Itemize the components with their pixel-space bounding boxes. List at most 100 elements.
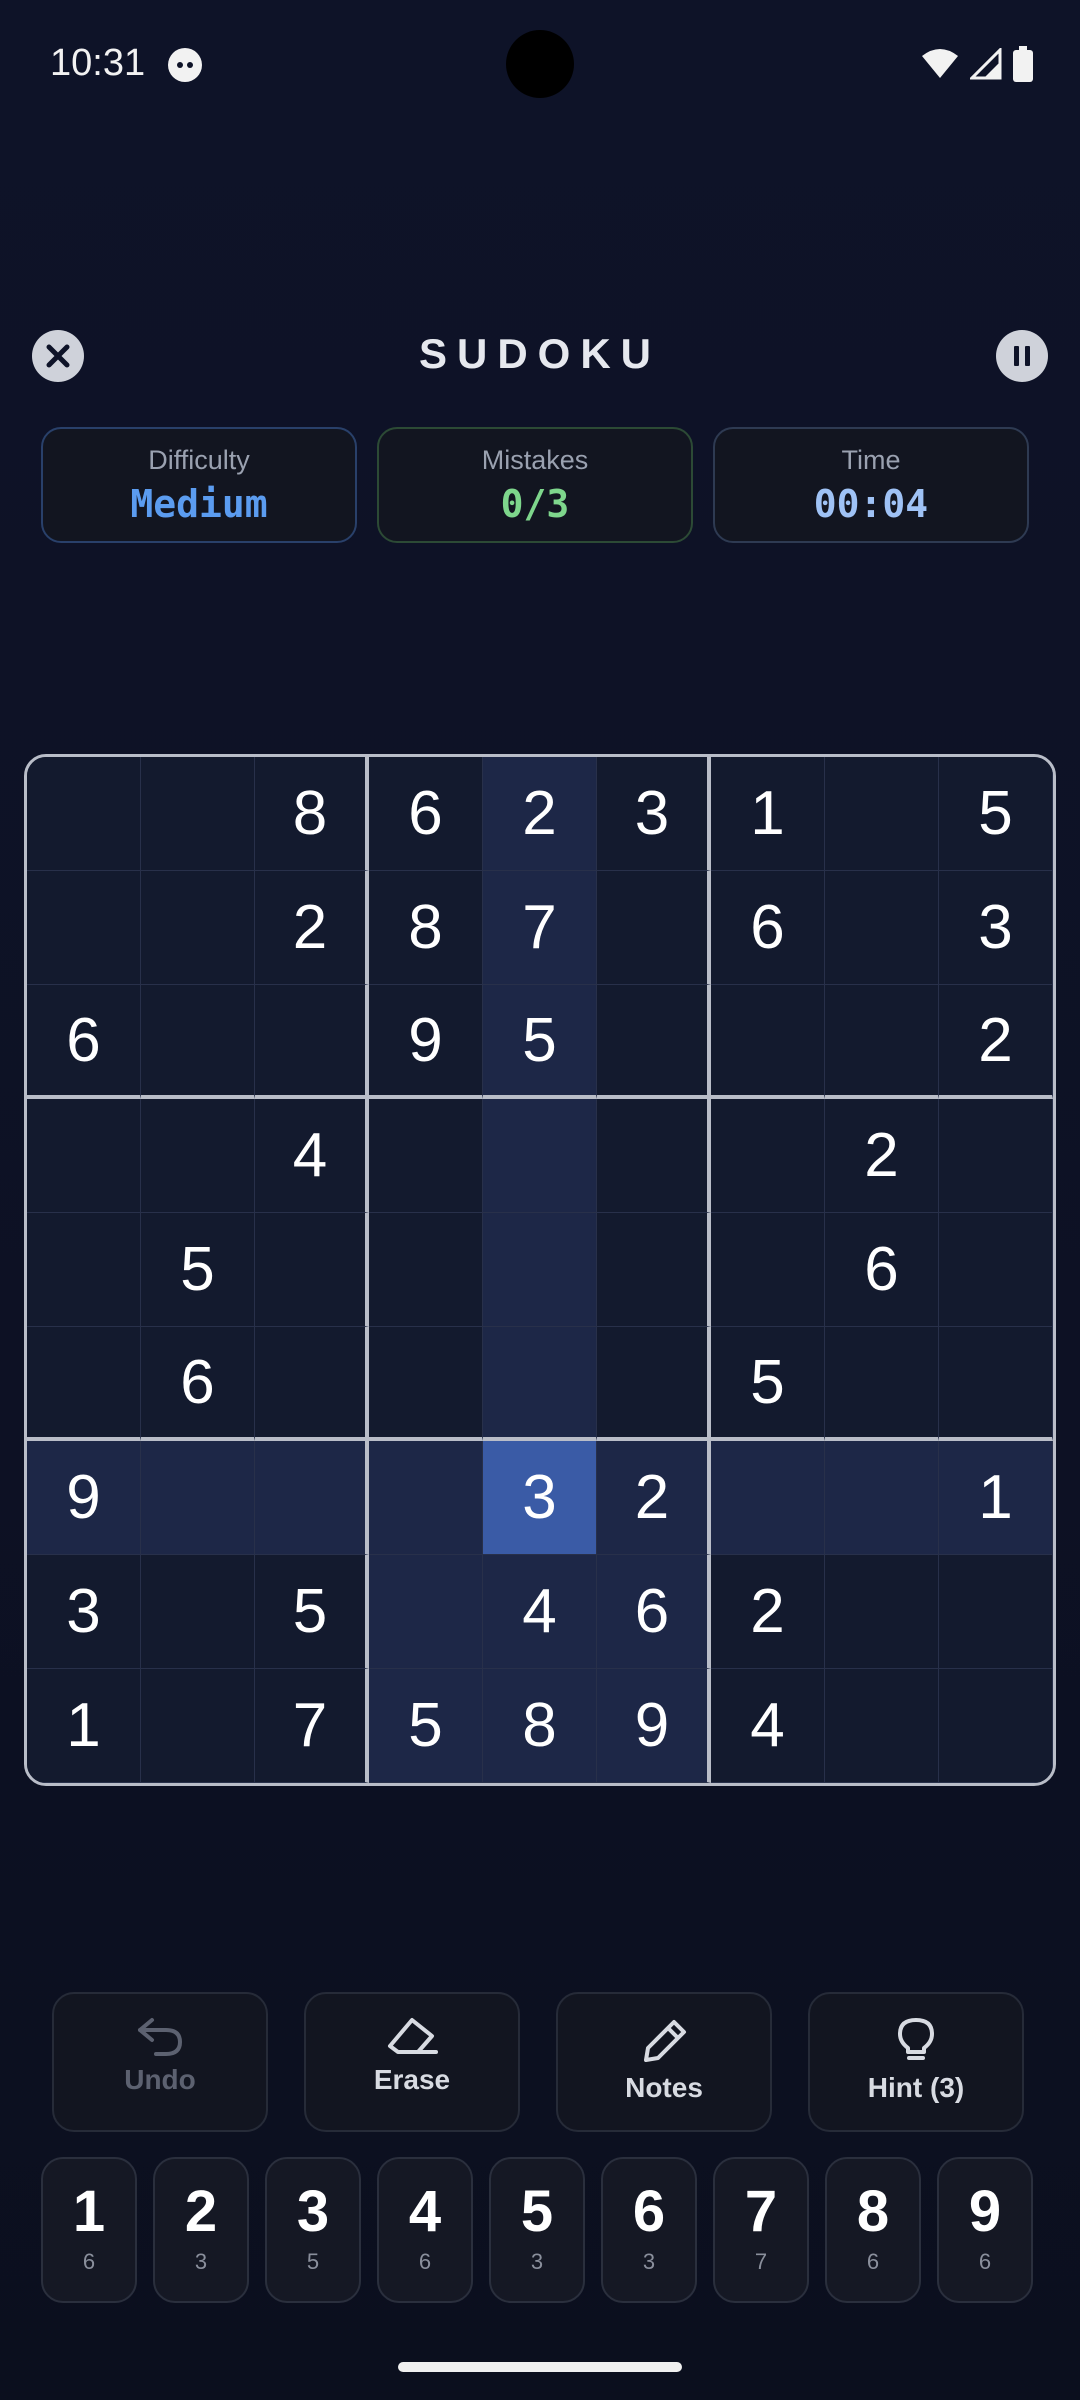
- number-remaining-count: 3: [194, 2249, 208, 2274]
- sudoku-cell[interactable]: [369, 1441, 483, 1555]
- sudoku-cell[interactable]: [27, 1099, 141, 1213]
- sudoku-cell[interactable]: 3: [597, 757, 711, 871]
- sudoku-cell[interactable]: 1: [711, 757, 825, 871]
- sudoku-cell[interactable]: [939, 1099, 1053, 1213]
- sudoku-cell[interactable]: 7: [255, 1669, 369, 1783]
- sudoku-cell[interactable]: [825, 757, 939, 871]
- sudoku-cell[interactable]: 2: [483, 757, 597, 871]
- sudoku-cell[interactable]: [711, 985, 825, 1099]
- sudoku-cell[interactable]: [369, 1213, 483, 1327]
- sudoku-cell[interactable]: 4: [711, 1669, 825, 1783]
- sudoku-cell[interactable]: 6: [369, 757, 483, 871]
- sudoku-cell[interactable]: [483, 1213, 597, 1327]
- sudoku-cell[interactable]: [483, 1099, 597, 1213]
- sudoku-cell[interactable]: [141, 1099, 255, 1213]
- sudoku-cell[interactable]: 8: [255, 757, 369, 871]
- sudoku-cell[interactable]: [27, 1213, 141, 1327]
- sudoku-cell[interactable]: [141, 1441, 255, 1555]
- sudoku-cell[interactable]: [939, 1555, 1053, 1669]
- sudoku-cell[interactable]: [369, 1327, 483, 1441]
- sudoku-cell[interactable]: [711, 1213, 825, 1327]
- sudoku-cell[interactable]: [939, 1669, 1053, 1783]
- sudoku-cell[interactable]: [27, 757, 141, 871]
- sudoku-cell[interactable]: [939, 1327, 1053, 1441]
- sudoku-cell[interactable]: 3: [939, 871, 1053, 985]
- sudoku-cell[interactable]: 9: [27, 1441, 141, 1555]
- sudoku-cell[interactable]: 2: [825, 1099, 939, 1213]
- number-button-6[interactable]: 63: [601, 2157, 697, 2303]
- number-button-7[interactable]: 77: [713, 2157, 809, 2303]
- sudoku-cell[interactable]: 2: [711, 1555, 825, 1669]
- sudoku-cell[interactable]: [141, 1555, 255, 1669]
- sudoku-cell[interactable]: 8: [483, 1669, 597, 1783]
- sudoku-cell[interactable]: [255, 1441, 369, 1555]
- sudoku-cell[interactable]: 9: [597, 1669, 711, 1783]
- number-button-2[interactable]: 23: [153, 2157, 249, 2303]
- sudoku-cell[interactable]: [711, 1099, 825, 1213]
- sudoku-cell[interactable]: 2: [255, 871, 369, 985]
- sudoku-cell[interactable]: [825, 1669, 939, 1783]
- sudoku-cell[interactable]: [825, 1555, 939, 1669]
- sudoku-cell[interactable]: [597, 1213, 711, 1327]
- number-button-4[interactable]: 46: [377, 2157, 473, 2303]
- sudoku-cell[interactable]: 4: [255, 1099, 369, 1213]
- sudoku-cell[interactable]: [141, 1669, 255, 1783]
- home-indicator[interactable]: [398, 2362, 682, 2372]
- number-button-8[interactable]: 86: [825, 2157, 921, 2303]
- sudoku-cell[interactable]: [711, 1441, 825, 1555]
- number-button-3[interactable]: 35: [265, 2157, 361, 2303]
- sudoku-cell[interactable]: 6: [825, 1213, 939, 1327]
- sudoku-cell[interactable]: 1: [27, 1669, 141, 1783]
- sudoku-cell[interactable]: [597, 871, 711, 985]
- sudoku-cell[interactable]: [369, 1555, 483, 1669]
- number-remaining-count: 5: [306, 2249, 320, 2274]
- number-button-9[interactable]: 96: [937, 2157, 1033, 2303]
- sudoku-cell[interactable]: [255, 985, 369, 1099]
- sudoku-cell[interactable]: 3: [27, 1555, 141, 1669]
- sudoku-cell[interactable]: [27, 871, 141, 985]
- sudoku-cell[interactable]: [483, 1327, 597, 1441]
- erase-button[interactable]: Erase: [304, 1992, 520, 2132]
- sudoku-cell[interactable]: [825, 871, 939, 985]
- hint-button[interactable]: Hint (3): [808, 1992, 1024, 2132]
- sudoku-cell[interactable]: 5: [483, 985, 597, 1099]
- sudoku-cell[interactable]: [825, 1441, 939, 1555]
- sudoku-cell[interactable]: 1: [939, 1441, 1053, 1555]
- sudoku-cell[interactable]: 5: [939, 757, 1053, 871]
- sudoku-cell[interactable]: [597, 1327, 711, 1441]
- sudoku-cell[interactable]: 7: [483, 871, 597, 985]
- number-remaining-count: 3: [530, 2249, 544, 2274]
- sudoku-cell[interactable]: 2: [597, 1441, 711, 1555]
- sudoku-cell[interactable]: 6: [597, 1555, 711, 1669]
- number-button-1[interactable]: 16: [41, 2157, 137, 2303]
- number-button-5[interactable]: 53: [489, 2157, 585, 2303]
- sudoku-cell[interactable]: [597, 985, 711, 1099]
- sudoku-cell[interactable]: [597, 1099, 711, 1213]
- undo-label: Undo: [124, 2064, 196, 2095]
- sudoku-cell[interactable]: 4: [483, 1555, 597, 1669]
- sudoku-cell[interactable]: [369, 1099, 483, 1213]
- sudoku-cell[interactable]: 3: [483, 1441, 597, 1555]
- sudoku-cell[interactable]: [939, 1213, 1053, 1327]
- pause-button[interactable]: [996, 330, 1048, 382]
- sudoku-cell[interactable]: 8: [369, 871, 483, 985]
- sudoku-cell[interactable]: [141, 871, 255, 985]
- sudoku-cell[interactable]: [255, 1327, 369, 1441]
- sudoku-cell[interactable]: 6: [711, 871, 825, 985]
- sudoku-cell[interactable]: 5: [141, 1213, 255, 1327]
- sudoku-cell[interactable]: 5: [369, 1669, 483, 1783]
- sudoku-cell[interactable]: [27, 1327, 141, 1441]
- sudoku-cell[interactable]: [141, 757, 255, 871]
- notes-button[interactable]: Notes: [556, 1992, 772, 2132]
- sudoku-cell[interactable]: 9: [369, 985, 483, 1099]
- sudoku-cell[interactable]: [255, 1213, 369, 1327]
- undo-button[interactable]: Undo: [52, 1992, 268, 2132]
- sudoku-cell[interactable]: 5: [711, 1327, 825, 1441]
- sudoku-cell[interactable]: [825, 1327, 939, 1441]
- sudoku-cell[interactable]: [141, 985, 255, 1099]
- sudoku-cell[interactable]: 6: [141, 1327, 255, 1441]
- sudoku-cell[interactable]: 6: [27, 985, 141, 1099]
- sudoku-cell[interactable]: 5: [255, 1555, 369, 1669]
- sudoku-cell[interactable]: 2: [939, 985, 1053, 1099]
- sudoku-cell[interactable]: [825, 985, 939, 1099]
